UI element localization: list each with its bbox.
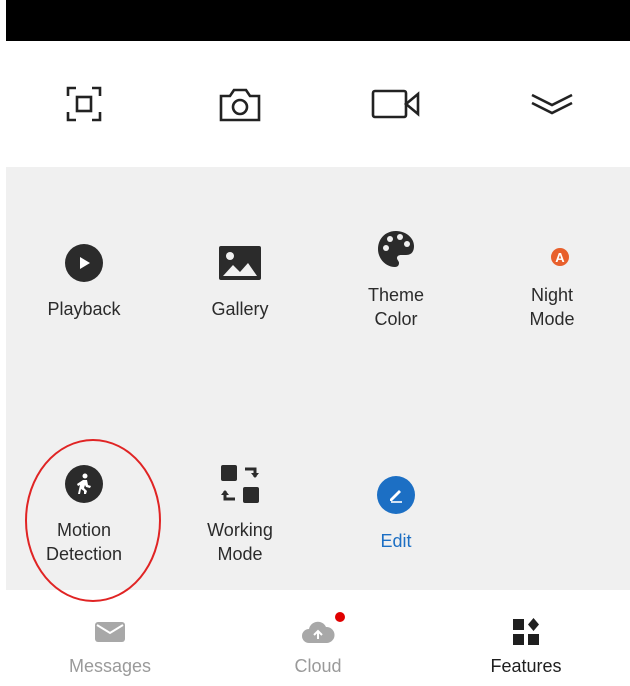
screenshot-button[interactable] (6, 41, 162, 167)
pencil-icon (377, 476, 415, 514)
feature-theme-color[interactable]: Theme Color (318, 225, 474, 331)
feature-label: Theme Color (367, 285, 425, 329)
nav-features[interactable]: Features (422, 590, 630, 686)
features-grid-icon (513, 618, 539, 645)
svg-text:A: A (555, 250, 565, 265)
nav-label: Cloud (294, 656, 342, 676)
walking-person-icon (65, 465, 103, 503)
message-icon (95, 622, 125, 642)
feature-label: Gallery (211, 299, 269, 319)
feature-working-mode[interactable]: Working Mode (162, 460, 318, 566)
collapse-chevron-icon (531, 93, 573, 115)
palette-icon (378, 231, 414, 267)
switch-mode-icon (221, 465, 259, 503)
record-button[interactable] (318, 41, 474, 167)
camera-icon (219, 88, 261, 122)
night-mode-icon: A (538, 233, 571, 268)
feature-night-mode[interactable]: A Night Mode (474, 225, 630, 331)
feature-playback[interactable]: Playback (6, 239, 162, 321)
screenshot-frame-icon (66, 86, 102, 122)
live-view-toolbar (6, 41, 630, 167)
video-camera-icon (371, 89, 420, 119)
cloud-icon (302, 621, 335, 643)
feature-label: Working Mode (207, 520, 273, 564)
image-icon (219, 246, 261, 280)
app-screen: Playback Gallery Theme Color A Night Mod… (6, 0, 630, 686)
feature-label: Motion Detection (45, 520, 123, 564)
nav-label: Features (490, 656, 562, 676)
nav-label: Messages (68, 656, 152, 676)
collapse-button[interactable] (474, 41, 630, 167)
status-bar (6, 0, 630, 41)
snapshot-button[interactable] (162, 41, 318, 167)
feature-gallery[interactable]: Gallery (162, 239, 318, 321)
play-circle-icon (65, 244, 103, 282)
bottom-navigation: Messages Cloud Features (6, 590, 630, 686)
features-panel: Playback Gallery Theme Color A Night Mod… (6, 167, 630, 590)
feature-label: Night Mode (529, 285, 575, 329)
nav-cloud[interactable]: Cloud (214, 590, 422, 686)
feature-motion-detection[interactable]: Motion Detection (6, 460, 162, 566)
notification-dot (335, 612, 345, 622)
nav-messages[interactable]: Messages (6, 590, 214, 686)
feature-label: Edit (380, 531, 412, 551)
feature-label: Playback (47, 299, 121, 319)
feature-edit[interactable]: Edit (318, 471, 474, 553)
